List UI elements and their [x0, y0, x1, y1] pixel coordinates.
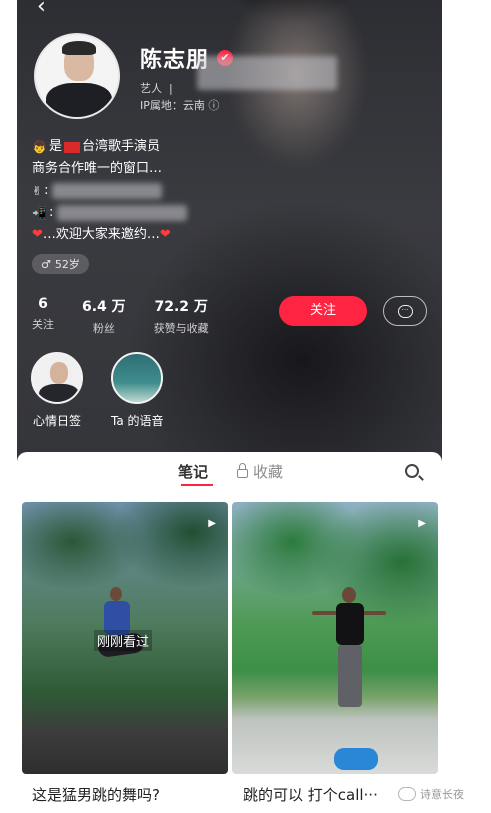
stat-likes[interactable]: 72.2 万 获赞与收藏: [154, 296, 209, 336]
role-label: 艺人 |: [140, 82, 173, 95]
stat-followers[interactable]: 6.4 万 粉丝: [82, 296, 126, 336]
profile-page: ‹ 陈志朋 ✔ 艺人 | IP属地：云南 ⓘ 👦 是 台湾歌手演员 商务: [0, 0, 491, 813]
phone-emoji-icon: 📲: [32, 206, 47, 220]
stat-following[interactable]: 6 关注: [32, 296, 54, 336]
tab-notes[interactable]: 笔记: [178, 461, 208, 482]
collection-voice[interactable]: Ta 的语音: [111, 352, 164, 429]
note-title[interactable]: 这是猛男跳的舞吗?: [32, 784, 160, 805]
message-button[interactable]: ···: [383, 296, 427, 326]
blurred-region: [197, 56, 337, 90]
bio-line: 📲:: [32, 202, 188, 224]
follow-button[interactable]: 关注: [279, 296, 367, 326]
flag-icon: [63, 141, 80, 153]
chat-icon: ···: [397, 304, 413, 318]
back-icon[interactable]: ‹: [37, 0, 46, 19]
heart-icon: ❤: [32, 227, 43, 242]
bio-line: ❤ …欢迎大家来邀约… ❤: [32, 224, 187, 246]
bio: 👦 是 台湾歌手演员 商务合作唯一的窗口… ✌: 📲: ❤ …欢迎大家来邀约… …: [32, 136, 188, 246]
search-icon[interactable]: [405, 464, 419, 478]
bio-line: ✌:: [32, 180, 187, 202]
collection-cover: [111, 352, 164, 404]
heart-icon: ❤: [159, 227, 171, 242]
lock-icon: [237, 463, 248, 478]
info-icon[interactable]: ⓘ: [208, 99, 219, 112]
dancer-figure: [312, 587, 386, 717]
gender-icon: ♂: [41, 257, 51, 271]
bio-line: 👦 是 台湾歌手演员: [32, 136, 187, 158]
speaker-object: [334, 748, 378, 770]
collection-cover: [31, 352, 83, 404]
wechat-icon: [398, 787, 416, 801]
stats-row: 6 关注 6.4 万 粉丝 72.2 万 获赞与收藏: [32, 296, 209, 336]
age-badge: ♂ 52岁: [32, 254, 89, 274]
profile-header: ‹ 陈志朋 ✔ 艺人 | IP属地：云南 ⓘ 👦 是 台湾歌手演员 商务: [17, 0, 442, 462]
video-play-icon: ▶: [208, 518, 216, 529]
watermark: 诗意长夜: [398, 786, 464, 802]
video-play-icon: ▶: [418, 518, 426, 529]
note-card[interactable]: ▶ 刚刚看过: [22, 502, 228, 774]
note-card[interactable]: ▶: [232, 502, 438, 774]
avatar[interactable]: [34, 33, 120, 119]
recently-watched-label: 刚刚看过: [94, 630, 153, 651]
collection-mood[interactable]: 心情日签: [31, 352, 83, 429]
person-emoji-icon: 👦: [32, 140, 47, 154]
tab-favorites[interactable]: 收藏: [237, 461, 283, 482]
active-tab-indicator: [181, 484, 213, 486]
bio-line: 商务合作唯一的窗口…: [32, 161, 163, 176]
note-title[interactable]: 跳的可以 打个call···: [243, 784, 378, 805]
hand-emoji-icon: ✌: [32, 184, 43, 198]
tab-bar: 笔记 收藏: [17, 452, 442, 492]
ip-location: IP属地：云南 ⓘ: [140, 99, 220, 112]
